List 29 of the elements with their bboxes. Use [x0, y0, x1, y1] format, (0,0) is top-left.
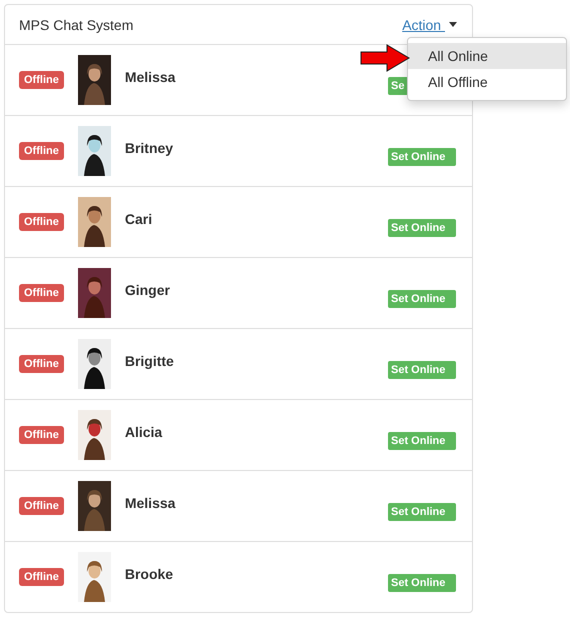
set-online-button[interactable]: Set Online — [388, 361, 456, 379]
panel-title: MPS Chat System — [19, 16, 134, 32]
user-name: Brooke — [124, 566, 174, 582]
status-badge: Offline — [19, 355, 64, 373]
user-name: Alicia — [124, 424, 162, 440]
set-online-button[interactable]: Set Online — [388, 503, 456, 521]
status-badge: Offline — [19, 497, 64, 515]
status-badge: Offline — [19, 213, 64, 231]
caret-icon — [449, 22, 457, 27]
set-online-button[interactable]: Set Online — [388, 574, 456, 592]
status-badge: Offline — [19, 71, 64, 89]
user-name: Britney — [124, 140, 174, 156]
user-name: Cari — [124, 211, 152, 227]
user-name: Melissa — [124, 495, 176, 511]
set-online-button[interactable]: Set Online — [388, 432, 456, 450]
status-badge: Offline — [19, 142, 64, 160]
menu-item[interactable]: All Offline — [408, 69, 566, 95]
action-link[interactable]: Action — [402, 16, 457, 32]
set-online-button[interactable]: Set Online — [388, 290, 456, 308]
user-name: Ginger — [124, 282, 170, 298]
user-name: Brigitte — [124, 353, 174, 369]
set-online-button[interactable]: Set Online — [388, 148, 456, 166]
status-badge: Offline — [19, 284, 64, 302]
status-badge: Offline — [19, 568, 64, 586]
menu-item[interactable]: All Online — [408, 43, 566, 69]
arrow-icon — [360, 44, 410, 72]
user-name: Melissa — [124, 69, 176, 85]
status-badge: Offline — [19, 426, 64, 444]
set-online-button[interactable]: Set Online — [388, 219, 456, 237]
